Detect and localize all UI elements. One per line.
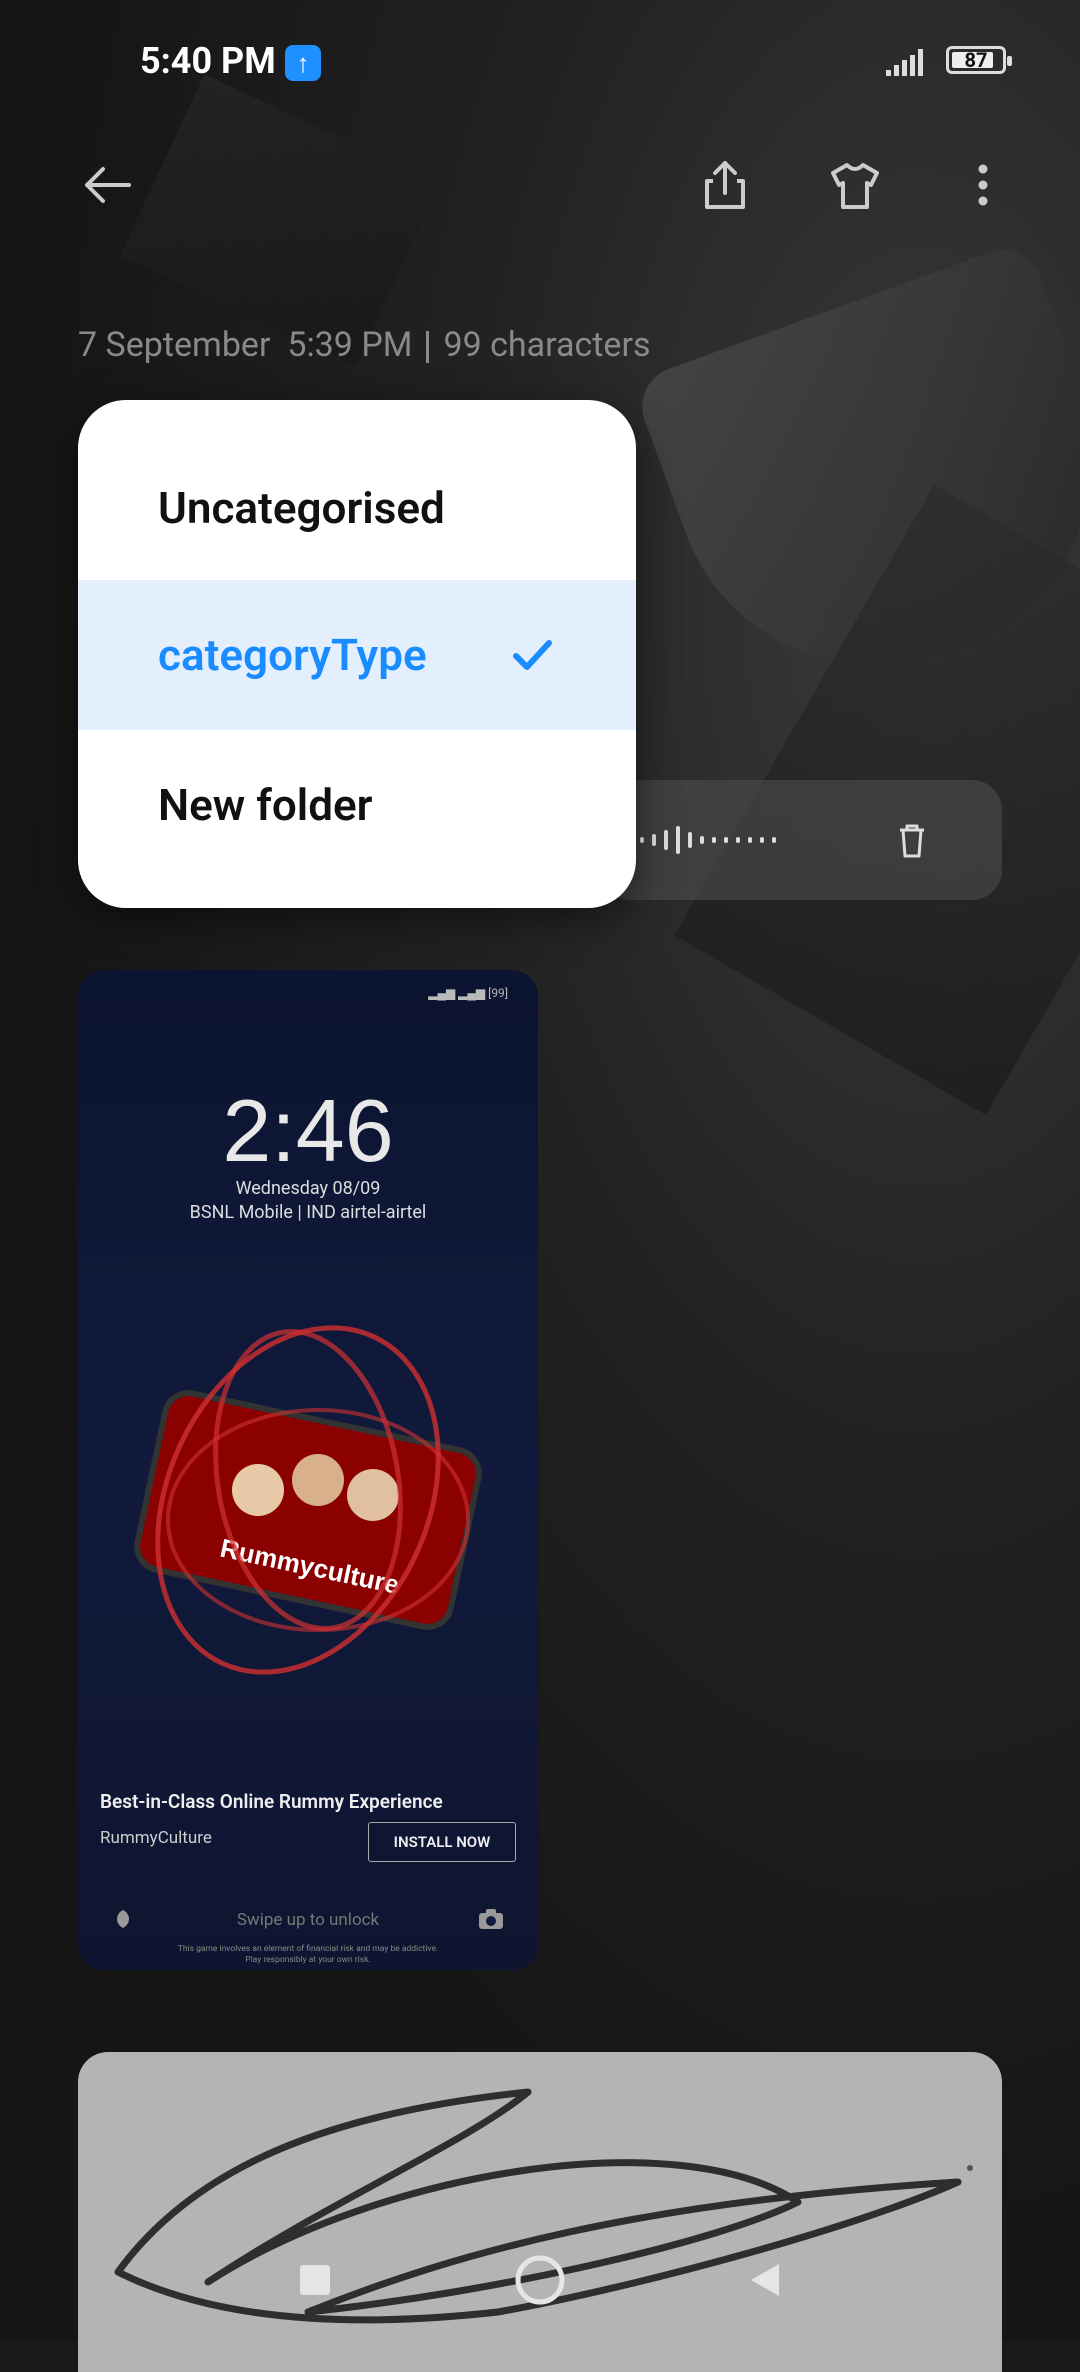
delete-audio-button[interactable] xyxy=(892,820,932,860)
battery-level: 87 xyxy=(964,48,988,72)
battery-icon: 87 xyxy=(946,46,1012,74)
recents-icon xyxy=(300,2265,330,2295)
ad-brand: RummyCulture xyxy=(100,1828,212,1848)
lock-screen-date: Wednesday 08/09 xyxy=(235,1178,381,1199)
home-icon xyxy=(515,2255,565,2305)
back-triangle-icon xyxy=(751,2264,779,2296)
screenshot-status-bar: ▂▄▆ ▂▄▆ [99] xyxy=(428,986,508,1000)
system-navigation-bar xyxy=(0,2220,1080,2340)
theme-button[interactable] xyxy=(810,140,900,230)
back-button[interactable] xyxy=(62,140,152,230)
back-nav-button[interactable] xyxy=(735,2250,795,2310)
note-time: 5:39 PM xyxy=(287,325,413,365)
folder-option-categorytype[interactable]: categoryType xyxy=(78,580,636,730)
ad-title: Best-in-Class Online Rummy Experience xyxy=(100,1790,443,1813)
note-toolbar xyxy=(0,140,1080,230)
ad-illustration: Rummyculture xyxy=(134,1325,482,1675)
camera-icon xyxy=(479,1909,503,1929)
signal-icon xyxy=(886,49,923,76)
checkmark-icon xyxy=(513,640,552,670)
home-button[interactable] xyxy=(510,2250,570,2310)
folder-option-new-folder[interactable]: New folder xyxy=(78,730,636,880)
waveform-icon xyxy=(640,820,776,860)
lock-screen-carrier: BSNL Mobile | IND airtel-airtel xyxy=(189,1202,427,1223)
folder-option-label: New folder xyxy=(158,779,373,831)
note-date: 7 September xyxy=(78,325,271,365)
character-count: 99 characters xyxy=(443,325,651,365)
back-arrow-icon xyxy=(85,167,131,203)
image-attachment[interactable]: ▂▄▆ ▂▄▆ [99] 2:46 Wednesday 08/09 BSNL M… xyxy=(78,970,538,1970)
folder-option-uncategorised[interactable]: Uncategorised xyxy=(78,433,636,583)
shirt-icon xyxy=(831,163,879,209)
meta-divider xyxy=(426,331,430,364)
install-now-button: INSTALL NOW xyxy=(368,1822,516,1862)
share-icon xyxy=(705,161,745,209)
swipe-hint: Swipe up to unlock xyxy=(236,1910,380,1930)
folder-option-label: categoryType xyxy=(158,629,427,681)
lock-screen-time: 2:46 xyxy=(222,1081,394,1180)
upload-arrow-icon: ↑ xyxy=(285,45,321,81)
audio-attachment[interactable] xyxy=(600,780,1002,900)
folder-dropdown: Uncategorised categoryType New folder xyxy=(78,400,636,908)
ad-disclaimer: This game involves an element of financi… xyxy=(177,1944,439,1965)
folder-option-label: Uncategorised xyxy=(158,482,445,534)
status-time: 5:40 PM xyxy=(140,40,276,82)
more-vertical-icon xyxy=(978,164,988,206)
note-meta: 7 September 5:39 PM 99 characters xyxy=(78,325,651,365)
recents-button[interactable] xyxy=(285,2250,345,2310)
share-button[interactable] xyxy=(680,140,770,230)
more-options-button[interactable] xyxy=(938,140,1028,230)
status-bar: 5:40 PM ↑ 87 xyxy=(0,0,1080,120)
